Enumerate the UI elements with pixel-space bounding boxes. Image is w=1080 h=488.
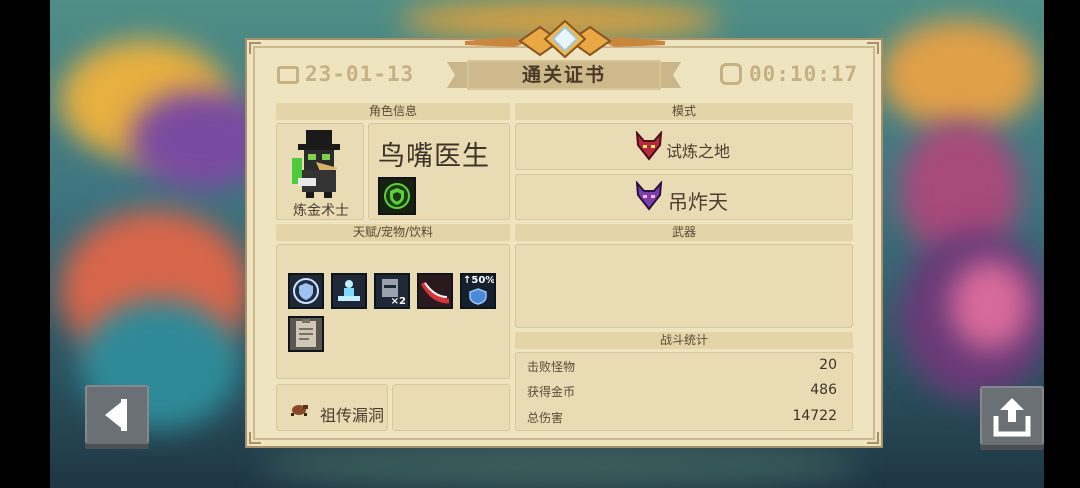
section-mode: 模式 bbox=[515, 103, 853, 120]
section-battle-stats: 战斗统计 bbox=[515, 332, 853, 349]
plague-doctor-avatar bbox=[292, 130, 340, 198]
mode-label-2: 吊炸天 bbox=[668, 190, 728, 214]
section-weapon: 武器 bbox=[515, 224, 853, 241]
corner-ornament bbox=[249, 42, 261, 54]
skill-icon bbox=[378, 177, 416, 215]
stat-value-gold: 486 bbox=[810, 382, 837, 398]
section-talents: 天赋/宠物/饮料 bbox=[276, 224, 510, 241]
character-class: 炼金术士 bbox=[293, 203, 349, 219]
demon-mask-red-icon bbox=[635, 131, 663, 161]
stat-label-gold: 获得金币 bbox=[527, 385, 576, 399]
weapon-box bbox=[515, 244, 853, 328]
screen-edge-right bbox=[1044, 0, 1080, 488]
shield-up-icon bbox=[469, 288, 487, 305]
clock-icon bbox=[720, 63, 742, 85]
green-shield-icon bbox=[384, 183, 410, 209]
talents-box bbox=[276, 244, 510, 379]
diamond-crest-icon bbox=[465, 19, 665, 59]
clipboard-icon bbox=[296, 319, 316, 347]
back-arrow-icon bbox=[105, 399, 127, 431]
calendar-icon bbox=[277, 66, 299, 84]
stat-value-damage: 14722 bbox=[792, 408, 837, 424]
corner-ornament bbox=[249, 432, 261, 444]
share-icon bbox=[993, 398, 1031, 437]
back-button[interactable] bbox=[85, 385, 149, 449]
shield-badge-icon bbox=[293, 278, 319, 304]
red-slash-icon bbox=[420, 281, 450, 304]
talent-caption: ×2 bbox=[390, 296, 406, 307]
corner-ornament bbox=[867, 42, 879, 54]
certificate-title: 通关证书 bbox=[521, 64, 606, 86]
stat-label-damage: 总伤害 bbox=[527, 411, 564, 425]
stat-label-kills: 击败怪物 bbox=[527, 360, 576, 374]
share-button[interactable] bbox=[980, 386, 1044, 450]
completion-time: 00:10:17 bbox=[749, 62, 859, 86]
legacy-label: 祖传漏洞 bbox=[320, 406, 385, 425]
talent-icon bbox=[417, 273, 453, 309]
mode-label-1: 试炼之地 bbox=[666, 142, 731, 161]
talent-icon bbox=[331, 273, 367, 309]
stat-value-kills: 20 bbox=[819, 357, 837, 373]
completion-date: 23-01-13 bbox=[305, 62, 415, 86]
empty-slot-box bbox=[392, 384, 510, 431]
talent-icon: ↑50% bbox=[460, 273, 496, 309]
section-character-info: 角色信息 bbox=[276, 103, 510, 120]
corner-ornament bbox=[867, 432, 879, 444]
bug-icon bbox=[291, 405, 308, 416]
demon-mask-purple-icon bbox=[635, 181, 663, 211]
talent-icon: ×2 bbox=[374, 273, 410, 309]
character-name: 鸟嘴医生 bbox=[378, 141, 490, 172]
talent-icon bbox=[288, 273, 324, 309]
talent-icon bbox=[288, 316, 324, 352]
meditating-figure-icon bbox=[338, 280, 360, 301]
screen-edge-left bbox=[0, 0, 50, 488]
